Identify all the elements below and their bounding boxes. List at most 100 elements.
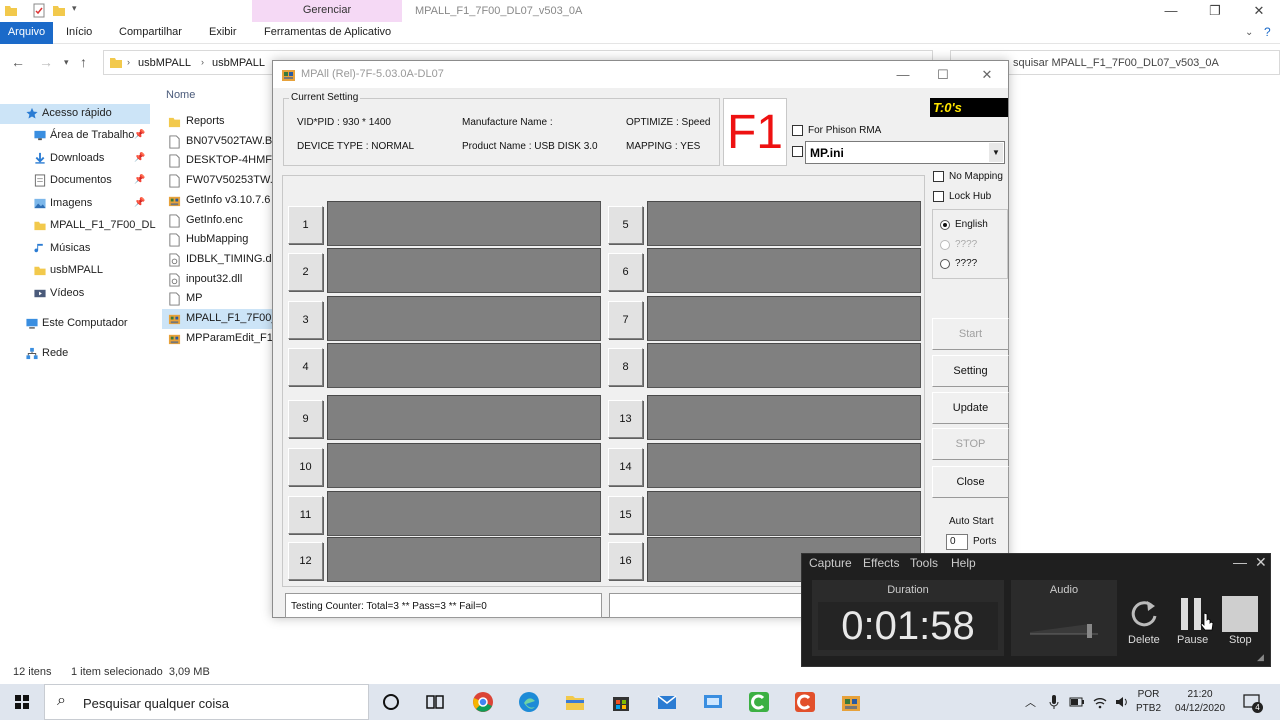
taskbar-search-box[interactable]: ⌕ Pesquisar qualquer coisa	[44, 684, 369, 720]
resize-grip-icon[interactable]: ◢	[1257, 652, 1264, 663]
new-folder-icon[interactable]	[52, 3, 66, 18]
port-button[interactable]: 2	[288, 253, 323, 291]
port-button[interactable]: 14	[608, 448, 643, 486]
file-item[interactable]: IDBLK_TIMING.dll	[162, 250, 277, 270]
file-item[interactable]: FW07V50253TW.BIN	[162, 171, 277, 191]
file-item[interactable]: BN07V502TAW.BIN	[162, 132, 277, 152]
remote-desktop-icon[interactable]	[702, 691, 724, 713]
start-button[interactable]: Start	[932, 318, 1009, 350]
sidebar-item[interactable]: Acesso rápido	[0, 104, 150, 124]
stop-button[interactable]: STOP	[932, 428, 1009, 460]
sidebar-item[interactable]: usbMPALL	[0, 261, 150, 281]
recent-locations-icon[interactable]: ▾	[64, 57, 69, 68]
pin-icon[interactable]: 📌	[134, 197, 145, 208]
mail-icon[interactable]	[656, 691, 678, 713]
minimize-icon[interactable]: —	[1149, 0, 1193, 22]
audio-volume-slider[interactable]	[1028, 620, 1102, 640]
sidebar-item[interactable]: Rede	[0, 344, 150, 364]
breadcrumb-item[interactable]: usbMPALL	[212, 57, 265, 69]
sidebar-item[interactable]: Vídeos	[0, 284, 150, 304]
recorder-icon[interactable]	[794, 691, 816, 713]
battery-icon[interactable]	[1069, 694, 1085, 710]
tab-compartilhar[interactable]: Compartilhar	[119, 22, 182, 44]
mpall-taskbar-icon[interactable]	[840, 691, 862, 713]
auto-start-input[interactable]: 0	[946, 534, 968, 550]
file-item[interactable]: inpout32.dll	[162, 270, 277, 290]
ini-checkbox[interactable]	[792, 146, 803, 157]
menu-help[interactable]: Help	[951, 556, 976, 570]
update-button[interactable]: Update	[932, 392, 1009, 424]
for-phison-rma-checkbox[interactable]	[792, 125, 803, 136]
column-header-name[interactable]: Nome	[166, 89, 195, 101]
ini-file-select[interactable]: MP.ini ▼	[805, 141, 1005, 164]
help-icon[interactable]: ?	[1264, 22, 1271, 44]
menu-capture[interactable]: Capture	[809, 556, 852, 570]
sidebar-item[interactable]: Área de Trabalho 📌	[0, 126, 150, 146]
port-button[interactable]: 5	[608, 206, 643, 244]
port-button[interactable]: 7	[608, 301, 643, 339]
port-button[interactable]: 10	[288, 448, 323, 486]
sidebar-item[interactable]: Imagens 📌	[0, 194, 150, 214]
up-icon[interactable]: ↑	[80, 54, 87, 70]
close-button[interactable]: Close	[932, 466, 1009, 498]
chevron-down-icon[interactable]: ▼	[989, 143, 1003, 162]
store-icon[interactable]	[610, 691, 632, 713]
volume-icon[interactable]	[1114, 694, 1130, 710]
close-icon[interactable]: ✕	[1255, 554, 1267, 571]
wifi-icon[interactable]	[1092, 694, 1108, 710]
file-item[interactable]: DESKTOP-4HMFK	[162, 151, 277, 171]
port-button[interactable]: 13	[608, 400, 643, 438]
sidebar-item[interactable]: Documentos 📌	[0, 171, 150, 191]
tab-exibir[interactable]: Exibir	[209, 22, 237, 44]
menu-effects[interactable]: Effects	[863, 556, 899, 570]
port-button[interactable]: 1	[288, 206, 323, 244]
pin-icon[interactable]: 📌	[134, 152, 145, 163]
sidebar-item[interactable]: Músicas	[0, 239, 150, 259]
close-icon[interactable]: ✕	[1237, 0, 1280, 22]
pin-icon[interactable]: 📌	[134, 174, 145, 185]
sidebar-item[interactable]: MPALL_F1_7F00_DL	[0, 216, 156, 236]
lock-hub-checkbox[interactable]	[933, 191, 944, 202]
properties-icon[interactable]	[32, 3, 46, 18]
minimize-icon[interactable]: —	[1233, 554, 1247, 570]
tab-arquivo[interactable]: Arquivo	[0, 22, 53, 44]
file-item[interactable]: Reports	[162, 112, 277, 132]
radio-language-2[interactable]	[940, 240, 950, 250]
cortana-icon[interactable]	[380, 691, 402, 713]
camtasia-icon[interactable]	[748, 691, 770, 713]
no-mapping-checkbox[interactable]	[933, 171, 944, 182]
minimize-icon[interactable]: —	[883, 64, 923, 86]
sidebar-item[interactable]: Este Computador	[0, 314, 150, 334]
menu-tools[interactable]: Tools	[910, 556, 938, 570]
maximize-icon[interactable]: ❐	[1193, 0, 1237, 22]
file-item[interactable]: GetInfo.enc	[162, 211, 277, 231]
port-button[interactable]: 8	[608, 348, 643, 386]
language-indicator[interactable]: POR PTB2	[1136, 688, 1161, 716]
sidebar-item[interactable]: Downloads 📌	[0, 149, 150, 169]
tab-inicio[interactable]: Início	[66, 22, 92, 44]
quick-access-dropdown-icon[interactable]: ▾	[72, 3, 86, 18]
setting-button[interactable]: Setting	[932, 355, 1009, 387]
radio-english[interactable]	[940, 220, 950, 230]
breadcrumb-item[interactable]: usbMPALL	[138, 57, 191, 69]
port-button[interactable]: 4	[288, 348, 323, 386]
close-icon[interactable]: ✕	[967, 64, 1007, 86]
file-item[interactable]: MPParamEdit_F1	[162, 329, 277, 349]
file-item[interactable]: MPALL_F1_7F00_DL	[162, 309, 277, 329]
edge-icon[interactable]	[518, 691, 540, 713]
ribbon-expand-icon[interactable]: ⌄	[1245, 22, 1253, 44]
radio-language-3[interactable]	[940, 259, 950, 269]
tab-ferramentas[interactable]: Ferramentas de Aplicativo	[264, 22, 391, 44]
back-icon[interactable]: ←	[11, 54, 25, 70]
file-explorer-icon[interactable]	[564, 691, 586, 713]
forward-icon[interactable]: →	[39, 54, 53, 70]
port-button[interactable]: 6	[608, 253, 643, 291]
maximize-icon[interactable]: ☐	[923, 64, 963, 86]
port-button[interactable]: 11	[288, 496, 323, 534]
port-button[interactable]: 12	[288, 542, 323, 580]
port-button[interactable]: 3	[288, 301, 323, 339]
file-item[interactable]: MP	[162, 289, 277, 309]
port-button[interactable]: 15	[608, 496, 643, 534]
file-item[interactable]: GetInfo v3.10.7.6	[162, 191, 277, 211]
stop-icon[interactable]	[1222, 596, 1258, 632]
